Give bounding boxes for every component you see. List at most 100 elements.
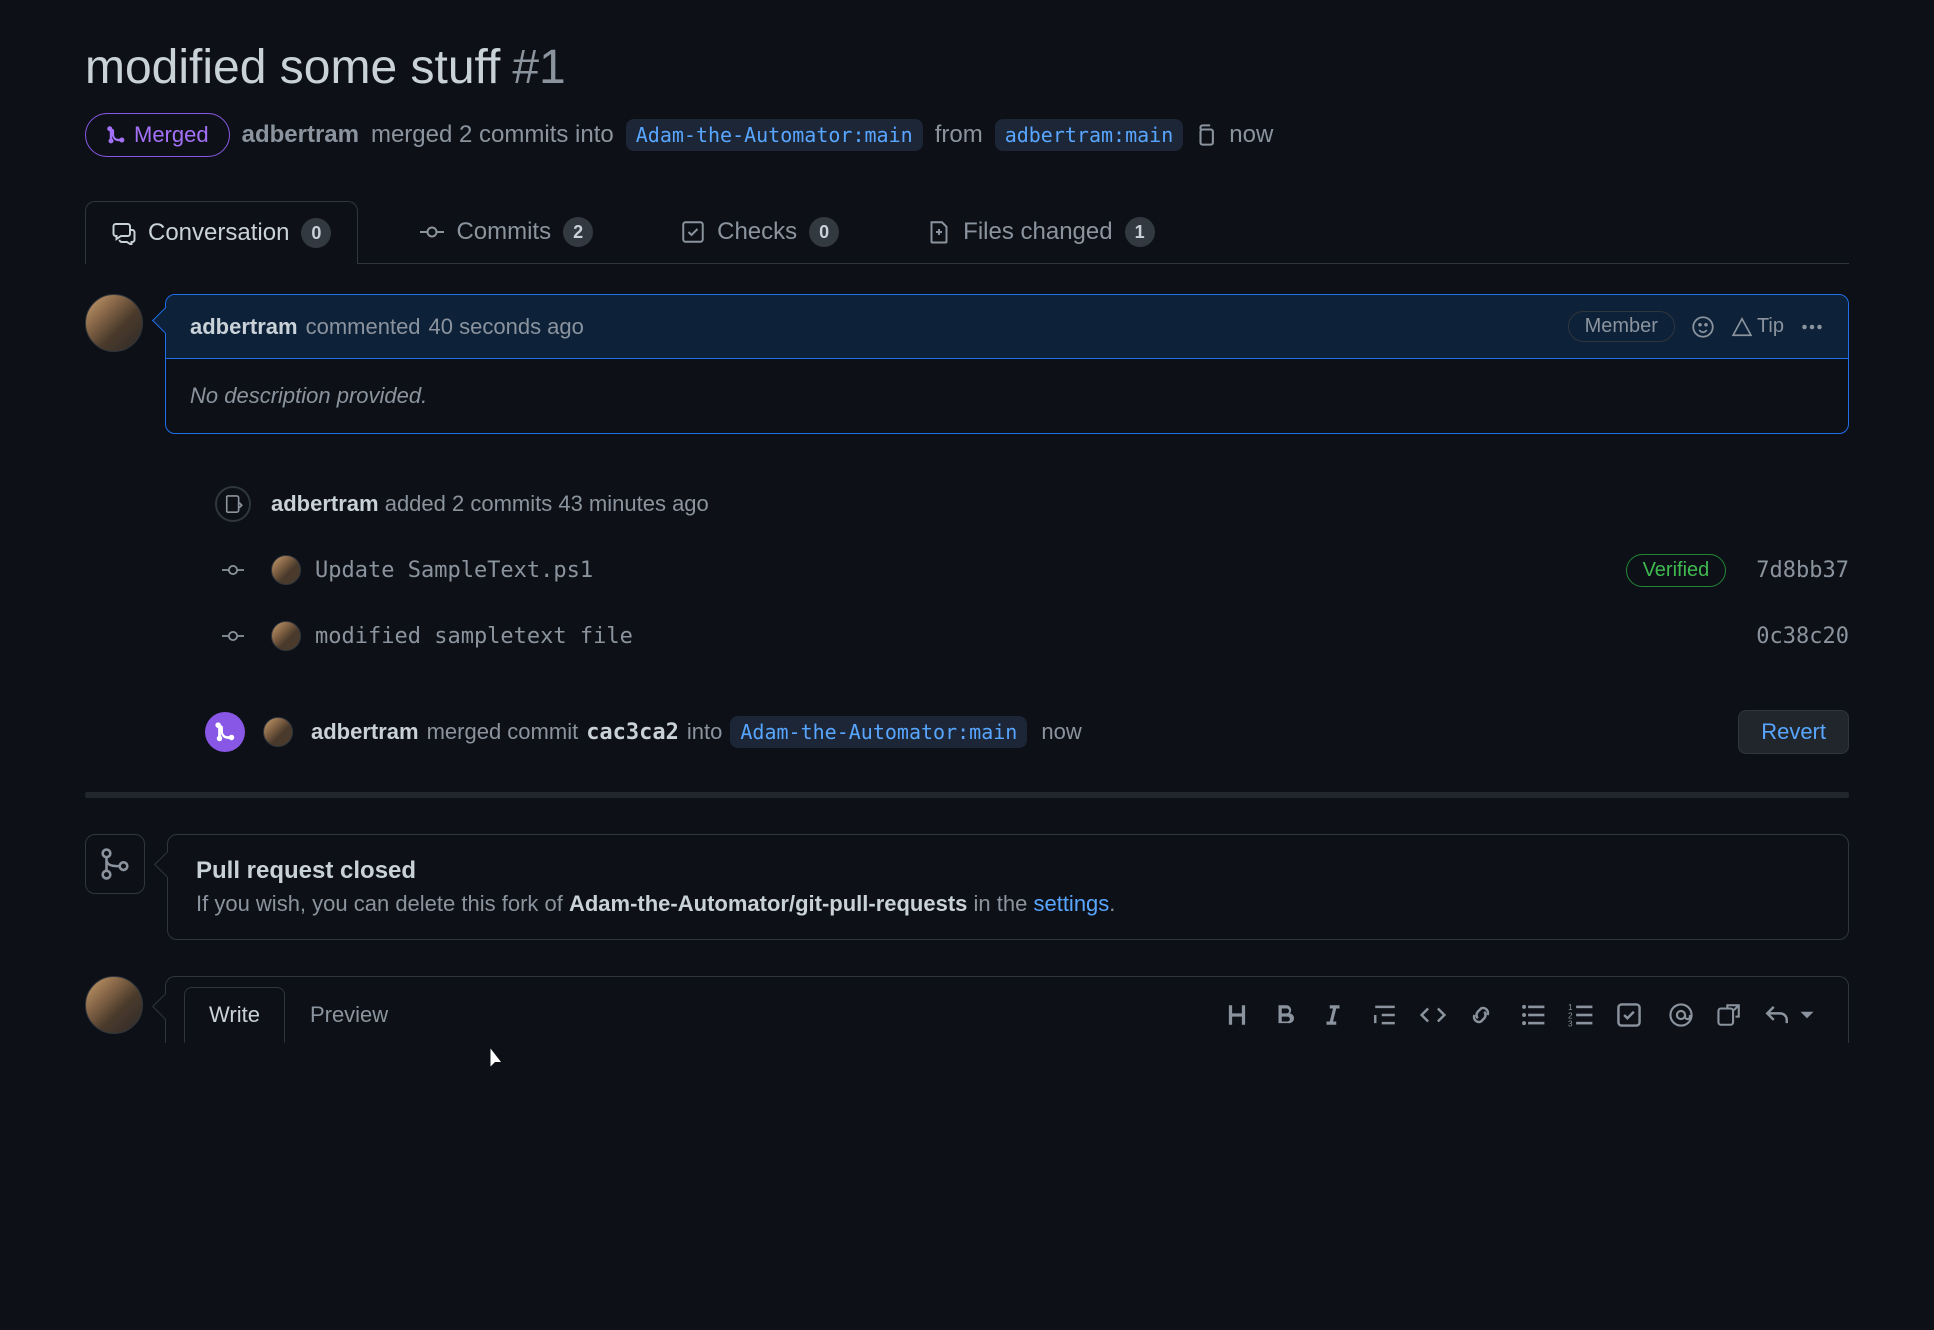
pr-title: modified some stuff	[85, 40, 500, 95]
avatar[interactable]	[85, 294, 143, 352]
tab-conversation-count: 0	[301, 218, 331, 248]
tab-commits[interactable]: Commits 2	[394, 201, 619, 263]
closed-desc: If you wish, you can delete this fork of…	[196, 891, 1820, 917]
code-button[interactable]	[1420, 1002, 1446, 1028]
tab-files-count: 1	[1125, 217, 1155, 247]
editor-box: Write Preview	[165, 976, 1849, 1043]
comment-block: adbertram commented 40 seconds ago Membe…	[85, 294, 1849, 434]
tip-button[interactable]: Tip	[1731, 315, 1784, 338]
git-merge-icon	[205, 712, 245, 752]
smiley-icon	[1691, 315, 1715, 339]
comment-verb: commented	[306, 314, 421, 340]
chevron-down-icon	[1794, 1002, 1820, 1028]
tab-files[interactable]: Files changed 1	[901, 201, 1180, 263]
closed-repo: Adam-the-Automator/git-pull-requests	[569, 891, 967, 916]
editor-toolbar-row: Write Preview	[166, 977, 1848, 1043]
react-button[interactable]	[1691, 315, 1715, 339]
push-event-author[interactable]: adbertram	[271, 491, 379, 516]
italic-button[interactable]	[1320, 1002, 1346, 1028]
merge-author[interactable]: adbertram	[311, 719, 419, 745]
comment-box: adbertram commented 40 seconds ago Membe…	[165, 294, 1849, 434]
mention-button[interactable]	[1668, 1002, 1694, 1028]
push-event-time[interactable]: 43 minutes ago	[558, 491, 708, 516]
list-ul-icon	[1520, 1002, 1546, 1028]
list-ol-icon: 123	[1568, 1002, 1594, 1028]
status-badge: Merged	[85, 113, 230, 157]
source-branch-pill[interactable]: adbertram:main	[995, 119, 1184, 151]
bold-icon	[1272, 1002, 1298, 1028]
meta-merge-text-mid: from	[935, 121, 983, 149]
copy-branch-button[interactable]	[1195, 124, 1217, 146]
commit-message[interactable]: modified sampletext file	[315, 624, 633, 649]
push-event-text: adbertram added 2 commits 43 minutes ago	[271, 491, 709, 517]
comment-author[interactable]: adbertram	[190, 314, 298, 340]
timeline: adbertram commented 40 seconds ago Membe…	[85, 294, 1849, 1043]
commit-sha[interactable]: 7d8bb37	[1756, 558, 1849, 583]
commit-row: modified sampletext file 0c38c20	[215, 618, 1849, 654]
comment-header: adbertram commented 40 seconds ago Membe…	[166, 295, 1848, 359]
cursor-icon	[486, 1047, 510, 1071]
tab-checks[interactable]: Checks 0	[655, 201, 865, 263]
meta-when: now	[1229, 121, 1273, 149]
pr-tabs: Conversation 0 Commits 2 Checks 0 Files …	[85, 201, 1849, 264]
bold-button[interactable]	[1272, 1002, 1298, 1028]
closed-title: Pull request closed	[196, 857, 1820, 885]
tip-label: Tip	[1757, 315, 1784, 338]
link-button[interactable]	[1468, 1002, 1494, 1028]
mention-icon	[1668, 1002, 1694, 1028]
revert-button[interactable]: Revert	[1738, 710, 1849, 754]
commit-sha[interactable]: 0c38c20	[1756, 624, 1849, 649]
avatar[interactable]	[263, 717, 293, 747]
ol-button[interactable]: 123	[1568, 1002, 1594, 1028]
tab-conversation-label: Conversation	[148, 219, 289, 247]
comment-body: No description provided.	[166, 359, 1848, 433]
heading-button[interactable]	[1224, 1002, 1250, 1028]
editor-tab-write[interactable]: Write	[184, 987, 285, 1043]
verified-badge[interactable]: Verified	[1626, 554, 1727, 587]
tab-commits-label: Commits	[456, 218, 551, 246]
kebab-icon	[1800, 315, 1824, 339]
reference-button[interactable]	[1716, 1002, 1742, 1028]
merge-when: now	[1041, 719, 1081, 745]
avatar[interactable]	[85, 976, 143, 1034]
tab-commits-count: 2	[563, 217, 593, 247]
meta-author[interactable]: adbertram	[242, 121, 359, 149]
tab-files-label: Files changed	[963, 218, 1112, 246]
pr-meta-row: Merged adbertram merged 2 commits into A…	[85, 113, 1849, 157]
git-merge-icon	[106, 125, 126, 145]
files-icon	[927, 220, 951, 244]
quote-button[interactable]	[1372, 1002, 1398, 1028]
merge-sha[interactable]: cac3ca2	[586, 720, 679, 745]
tasklist-button[interactable]	[1616, 1002, 1642, 1028]
quote-icon	[1372, 1002, 1398, 1028]
commit-message[interactable]: Update SampleText.ps1	[315, 558, 593, 583]
commit-icon	[215, 552, 251, 588]
tab-conversation[interactable]: Conversation 0	[85, 201, 358, 264]
target-branch-pill[interactable]: Adam-the-Automator:main	[626, 119, 923, 151]
svg-text:3: 3	[1568, 1019, 1573, 1028]
comment-time[interactable]: 40 seconds ago	[429, 314, 584, 340]
reply-button[interactable]	[1764, 1002, 1820, 1028]
repo-push-icon	[215, 486, 251, 522]
code-icon	[1420, 1002, 1446, 1028]
closed-section: Pull request closed If you wish, you can…	[85, 834, 1849, 940]
avatar[interactable]	[271, 555, 301, 585]
ul-button[interactable]	[1520, 1002, 1546, 1028]
commit-row: Update SampleText.ps1 Verified 7d8bb37	[215, 552, 1849, 588]
tasklist-icon	[1616, 1002, 1642, 1028]
heading-icon	[1224, 1002, 1250, 1028]
divider	[85, 792, 1849, 798]
git-merge-outline-icon	[85, 834, 145, 894]
member-badge: Member	[1568, 311, 1675, 342]
conversation-icon	[112, 221, 136, 245]
editor-section: Write Preview	[85, 976, 1849, 1043]
avatar[interactable]	[271, 621, 301, 651]
commit-icon	[215, 618, 251, 654]
status-label: Merged	[134, 122, 209, 148]
settings-link[interactable]: settings	[1033, 891, 1109, 916]
editor-tab-preview[interactable]: Preview	[285, 987, 413, 1043]
comment-menu-button[interactable]	[1800, 315, 1824, 339]
pr-number: #1	[512, 40, 565, 95]
merge-branch[interactable]: Adam-the-Automator:main	[730, 716, 1027, 748]
pr-header: modified some stuff #1	[85, 40, 1849, 95]
